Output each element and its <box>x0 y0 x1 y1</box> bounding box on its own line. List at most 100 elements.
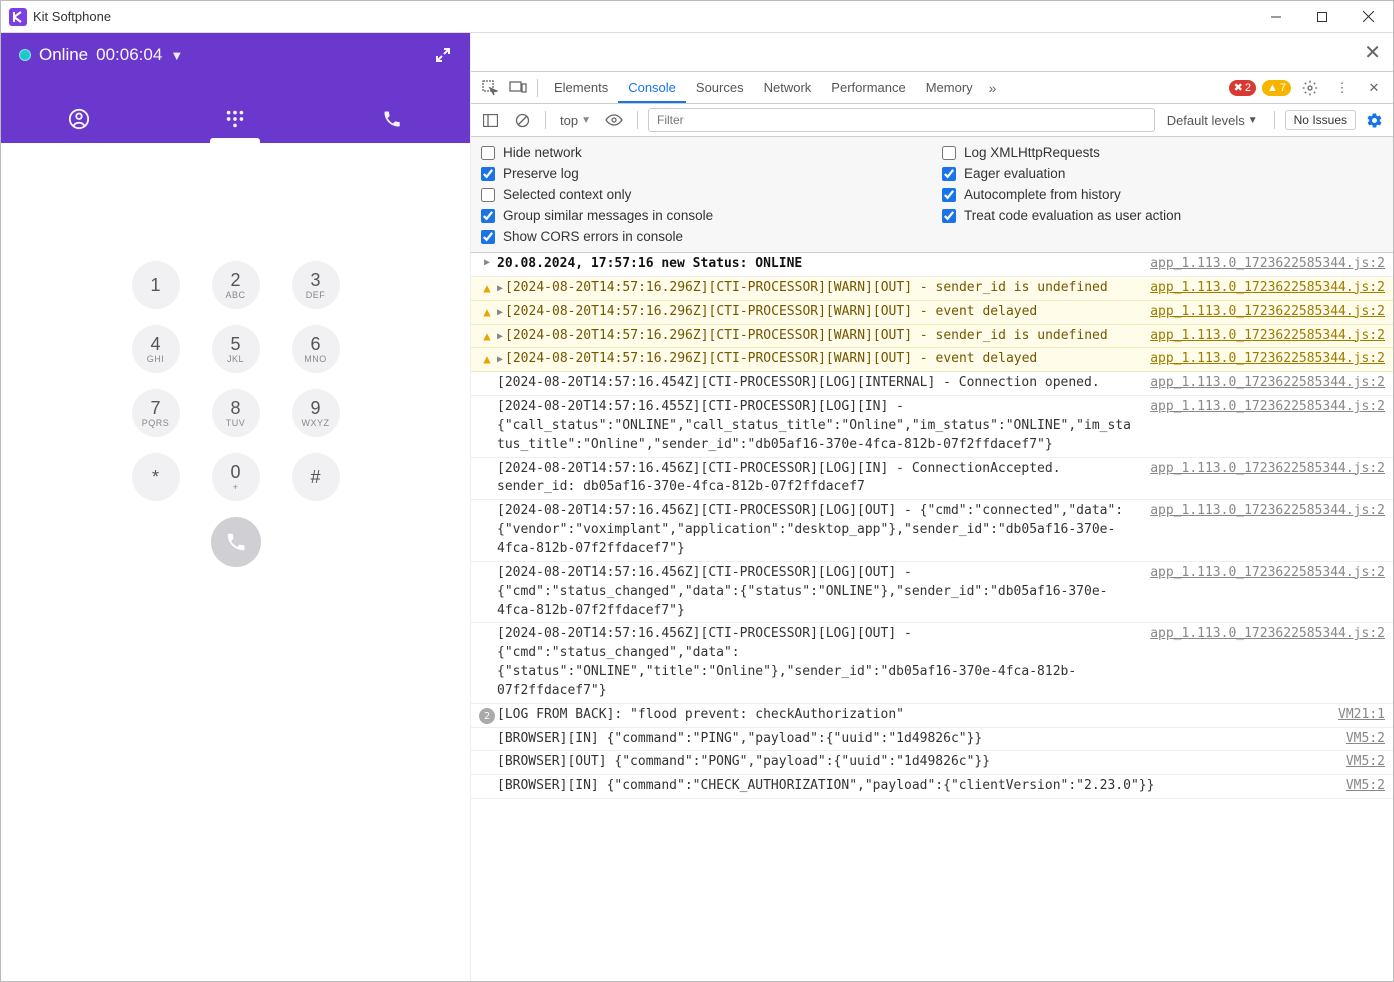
devtools-tab-sources[interactable]: Sources <box>686 74 754 102</box>
dialpad-key-#[interactable]: # <box>276 445 356 509</box>
log-row: ▲▶[2024-08-20T14:57:16.296Z][CTI-PROCESS… <box>471 277 1393 301</box>
filter-preserve-log[interactable]: Preserve log <box>481 166 922 181</box>
app-logo <box>9 8 27 26</box>
log-source-link[interactable]: app_1.113.0_1723622585344.js:2 <box>1144 255 1385 274</box>
filter-treat-eval[interactable]: Treat code evaluation as user action <box>942 208 1383 223</box>
window-minimize-button[interactable] <box>1253 2 1299 32</box>
dialpad-key-8[interactable]: 8TUV <box>196 381 276 445</box>
dialpad-icon <box>224 108 246 130</box>
log-source-link[interactable]: VM5:2 <box>1340 753 1385 772</box>
inspect-icon[interactable] <box>477 75 503 101</box>
sidebar-toggle-icon[interactable] <box>477 107 503 133</box>
error-badge[interactable]: ✖2 <box>1229 80 1256 96</box>
context-selector[interactable]: top▼ <box>556 111 595 130</box>
log-row: 2[LOG FROM BACK]: "flood prevent: checkA… <box>471 704 1393 728</box>
filter-eager-eval[interactable]: Eager evaluation <box>942 166 1383 181</box>
console-settings-icon[interactable] <box>1362 112 1387 129</box>
filter-selected-context[interactable]: Selected context only <box>481 187 922 202</box>
dialpad-key-5[interactable]: 5JKL <box>196 317 276 381</box>
tab-call[interactable] <box>314 95 470 143</box>
filter-show-cors[interactable]: Show CORS errors in console <box>481 229 922 244</box>
devtools-pane: ✕ ElementsConsoleSourcesNetworkPerforman… <box>471 33 1393 981</box>
devtools-tab-console[interactable]: Console <box>618 74 686 103</box>
softphone-pane: Online 00:06:04 ▼ <box>1 33 471 981</box>
log-source-link[interactable]: VM5:2 <box>1340 730 1385 749</box>
clear-console-icon[interactable] <box>509 107 535 133</box>
log-source-link[interactable]: VM21:1 <box>1332 706 1385 725</box>
devtools-tab-elements[interactable]: Elements <box>544 74 618 102</box>
filter-log-xhr[interactable]: Log XMLHttpRequests <box>942 145 1383 160</box>
status-label: Online <box>39 45 88 65</box>
dialpad-key-*[interactable]: * <box>116 445 196 509</box>
log-row: [2024-08-20T14:57:16.456Z][CTI-PROCESSOR… <box>471 500 1393 562</box>
log-source-link[interactable]: app_1.113.0_1723622585344.js:2 <box>1144 279 1385 298</box>
window-maximize-button[interactable] <box>1299 2 1345 32</box>
person-icon <box>68 108 90 130</box>
log-row: [2024-08-20T14:57:16.456Z][CTI-PROCESSOR… <box>471 562 1393 624</box>
log-row: [BROWSER][OUT] {"command":"PONG","payloa… <box>471 751 1393 775</box>
dialpad-key-4[interactable]: 4GHI <box>116 317 196 381</box>
log-row: [BROWSER][IN] {"command":"CHECK_AUTHORIZ… <box>471 775 1393 799</box>
log-source-link[interactable]: app_1.113.0_1723622585344.js:2 <box>1144 625 1385 644</box>
log-row: ▲▶[2024-08-20T14:57:16.296Z][CTI-PROCESS… <box>471 301 1393 325</box>
tab-dialpad[interactable] <box>157 95 313 143</box>
log-row: [2024-08-20T14:57:16.454Z][CTI-PROCESSOR… <box>471 372 1393 396</box>
devtools-tabs: ElementsConsoleSourcesNetworkPerformance… <box>471 72 1393 104</box>
titlebar: Kit Softphone <box>1 1 1393 33</box>
dialpad-key-7[interactable]: 7PQRS <box>116 381 196 445</box>
devtools-tab-network[interactable]: Network <box>754 74 822 102</box>
filter-group-similar[interactable]: Group similar messages in console <box>481 208 922 223</box>
devtools-tab-memory[interactable]: Memory <box>916 74 983 102</box>
dialpad: 12ABC3DEF 4GHI5JKL6MNO 7PQRS8TUV9WXYZ *0+# <box>1 143 470 981</box>
log-row: [2024-08-20T14:57:16.456Z][CTI-PROCESSOR… <box>471 623 1393 703</box>
filter-autocomplete[interactable]: Autocomplete from history <box>942 187 1383 202</box>
console-output[interactable]: ▶20.08.2024, 17:57:16 new Status: ONLINE… <box>471 253 1393 981</box>
dialpad-key-9[interactable]: 9WXYZ <box>276 381 356 445</box>
log-row: ▲▶[2024-08-20T14:57:16.296Z][CTI-PROCESS… <box>471 348 1393 372</box>
log-source-link[interactable]: app_1.113.0_1723622585344.js:2 <box>1144 460 1385 479</box>
kebab-menu-icon[interactable]: ⋮ <box>1329 75 1355 101</box>
window-title: Kit Softphone <box>33 9 111 24</box>
issues-button[interactable]: No Issues <box>1285 110 1356 130</box>
log-row: [2024-08-20T14:57:16.456Z][CTI-PROCESSOR… <box>471 458 1393 501</box>
log-source-link[interactable]: app_1.113.0_1723622585344.js:2 <box>1144 398 1385 417</box>
device-icon[interactable] <box>505 75 531 101</box>
log-source-link[interactable]: app_1.113.0_1723622585344.js:2 <box>1144 502 1385 521</box>
log-row: [2024-08-20T14:57:16.455Z][CTI-PROCESSOR… <box>471 396 1393 458</box>
dialpad-key-3[interactable]: 3DEF <box>276 253 356 317</box>
log-source-link[interactable]: VM5:2 <box>1340 777 1385 796</box>
more-tabs-icon[interactable]: » <box>985 80 1001 96</box>
dialpad-key-2[interactable]: 2ABC <box>196 253 276 317</box>
log-row: ▶20.08.2024, 17:57:16 new Status: ONLINE… <box>471 253 1393 277</box>
dialpad-key-6[interactable]: 6MNO <box>276 317 356 381</box>
log-source-link[interactable]: app_1.113.0_1723622585344.js:2 <box>1144 350 1385 369</box>
status-dot-icon <box>19 49 31 61</box>
filter-hide-network[interactable]: Hide network <box>481 145 922 160</box>
devtools-close-icon[interactable]: ✕ <box>1361 75 1387 101</box>
call-button[interactable] <box>211 517 261 567</box>
log-row: [BROWSER][IN] {"command":"PING","payload… <box>471 728 1393 752</box>
status-dropdown[interactable]: Online 00:06:04 ▼ <box>19 45 183 65</box>
warn-badge[interactable]: ▲7 <box>1262 80 1291 96</box>
live-expression-icon[interactable] <box>601 107 627 133</box>
softphone-header: Online 00:06:04 ▼ <box>1 33 470 143</box>
log-source-link[interactable]: app_1.113.0_1723622585344.js:2 <box>1144 327 1385 346</box>
levels-dropdown[interactable]: Default levels▼ <box>1161 113 1264 128</box>
expand-icon[interactable] <box>434 46 452 64</box>
filter-input[interactable] <box>648 108 1155 132</box>
window-close-button[interactable] <box>1345 2 1391 32</box>
panel-close-icon[interactable]: ✕ <box>1364 40 1381 65</box>
status-timer: 00:06:04 <box>96 45 162 65</box>
tab-contacts[interactable] <box>1 95 157 143</box>
settings-gear-icon[interactable] <box>1297 75 1323 101</box>
phone-icon <box>382 109 402 129</box>
console-filters: Hide network Log XMLHttpRequests Preserv… <box>471 137 1393 253</box>
console-toolbar: top▼ Default levels▼ No Issues <box>471 104 1393 137</box>
log-source-link[interactable]: app_1.113.0_1723622585344.js:2 <box>1144 374 1385 393</box>
log-source-link[interactable]: app_1.113.0_1723622585344.js:2 <box>1144 564 1385 583</box>
dialpad-key-0[interactable]: 0+ <box>196 445 276 509</box>
log-row: ▲▶[2024-08-20T14:57:16.296Z][CTI-PROCESS… <box>471 325 1393 349</box>
dialpad-key-1[interactable]: 1 <box>116 253 196 317</box>
log-source-link[interactable]: app_1.113.0_1723622585344.js:2 <box>1144 303 1385 322</box>
devtools-tab-performance[interactable]: Performance <box>821 74 915 102</box>
